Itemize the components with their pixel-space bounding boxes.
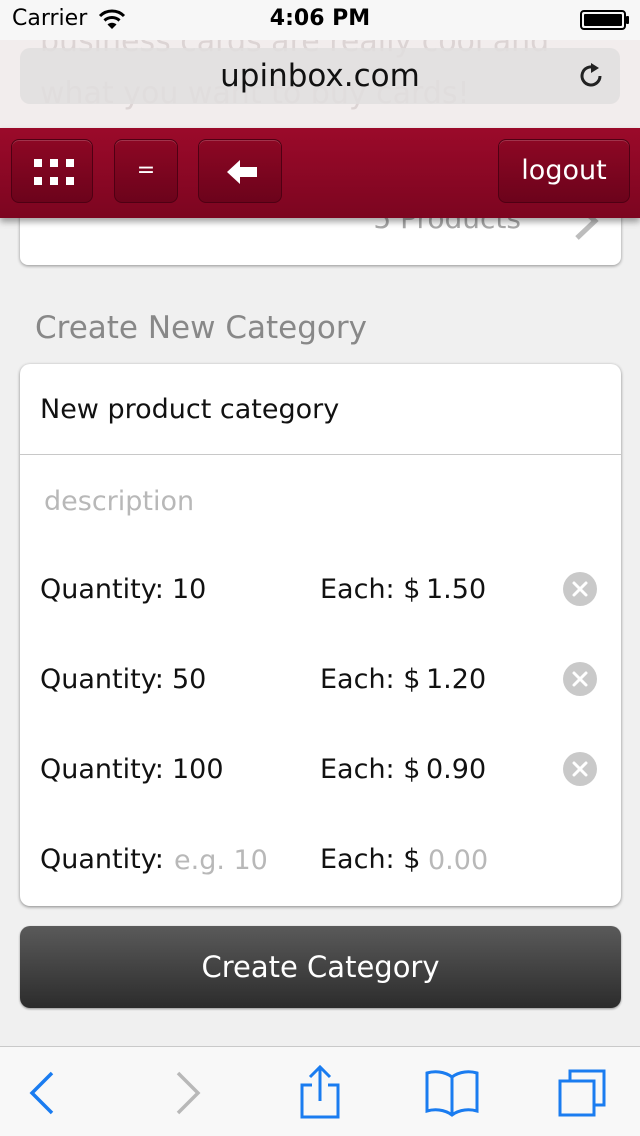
book-icon — [425, 1070, 479, 1117]
each-label: Each: $ — [320, 754, 421, 785]
new-category-form: Quantity: 10 Each: $ 1.50 Quantity: 50 E… — [20, 364, 621, 906]
share-icon — [300, 1064, 340, 1119]
logout-button[interactable]: logout — [498, 139, 630, 203]
new-price-tier-row: Quantity: Each: $ — [20, 838, 621, 884]
remove-circle-icon — [572, 581, 588, 597]
apps-grid-button[interactable] — [11, 139, 93, 203]
safari-bookmarks-button[interactable] — [422, 1065, 482, 1121]
quantity-label: Quantity: — [40, 754, 164, 785]
chevron-right-icon — [176, 1071, 201, 1115]
menu-button[interactable]: = — [114, 139, 178, 203]
url-text: upinbox.com — [220, 58, 420, 94]
back-button[interactable] — [198, 139, 282, 203]
remove-tier-button[interactable] — [563, 662, 597, 696]
quantity-label: Quantity: — [40, 574, 164, 605]
each-label: Each: $ — [320, 664, 421, 695]
quantity-label: Quantity: — [40, 844, 164, 875]
url-field[interactable]: upinbox.com — [20, 48, 620, 104]
menu-button-label: = — [136, 158, 156, 183]
remove-tier-button[interactable] — [563, 752, 597, 786]
remove-tier-button[interactable] — [563, 572, 597, 606]
price-tier-row: Quantity: 100 Each: $ 0.90 — [20, 748, 621, 794]
remove-circle-icon — [572, 671, 588, 687]
reload-icon[interactable] — [576, 61, 606, 91]
browser-url-area: business cards are really cool and what … — [0, 40, 640, 130]
safari-forward-button[interactable] — [156, 1065, 216, 1121]
app-toolbar: = logout — [0, 128, 640, 218]
category-name-input[interactable] — [40, 386, 600, 432]
quantity-value[interactable]: 50 — [172, 664, 206, 695]
divider — [20, 454, 621, 455]
grid-icon — [34, 159, 74, 185]
each-price-value[interactable]: 0.90 — [426, 754, 486, 785]
price-tier-row: Quantity: 10 Each: $ 1.50 — [20, 568, 621, 614]
create-category-button[interactable]: Create Category — [20, 926, 621, 1008]
chevron-left-icon — [29, 1071, 54, 1115]
new-quantity-input[interactable] — [174, 838, 294, 882]
battery-icon — [580, 10, 629, 30]
safari-back-button[interactable] — [14, 1065, 74, 1121]
safari-toolbar — [0, 1046, 640, 1136]
section-title: Create New Category — [35, 310, 367, 346]
logout-label: logout — [521, 155, 607, 186]
new-each-price-input[interactable] — [428, 838, 548, 882]
each-price-value[interactable]: 1.20 — [426, 664, 486, 695]
description-input[interactable] — [44, 479, 584, 523]
remove-circle-icon — [572, 761, 588, 777]
each-label: Each: $ — [320, 574, 421, 605]
tabs-icon — [558, 1069, 606, 1117]
safari-share-button[interactable] — [290, 1064, 350, 1121]
quantity-value[interactable]: 10 — [172, 574, 206, 605]
each-price-value[interactable]: 1.50 — [426, 574, 486, 605]
status-bar: Carrier 4:06 PM — [0, 0, 640, 40]
quantity-value[interactable]: 100 — [172, 754, 224, 785]
each-label: Each: $ — [320, 844, 421, 875]
price-tier-row: Quantity: 50 Each: $ 1.20 — [20, 658, 621, 704]
safari-tabs-button[interactable] — [552, 1065, 612, 1121]
back-arrow-icon — [227, 160, 257, 184]
status-time: 4:06 PM — [269, 6, 371, 31]
quantity-label: Quantity: — [40, 664, 164, 695]
